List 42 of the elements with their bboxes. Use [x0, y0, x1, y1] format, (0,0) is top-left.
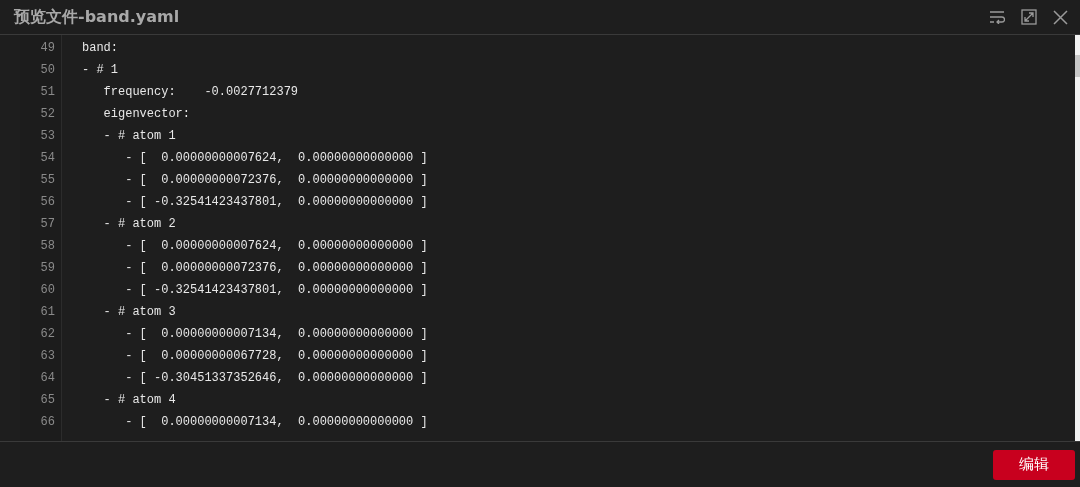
line-number: 64	[39, 370, 56, 387]
line-number: 49	[39, 40, 56, 57]
code-line: - # atom 3	[102, 304, 177, 321]
code-line: - [ 0.00000000067728, 0.00000000000000 ]	[124, 348, 429, 365]
line-number: 66	[39, 414, 56, 431]
code-line: - [ 0.00000000072376, 0.00000000000000 ]	[124, 172, 429, 189]
line-number: 61	[39, 304, 56, 321]
line-number: 65	[39, 392, 56, 409]
close-icon[interactable]	[1053, 9, 1068, 25]
wrap-icon[interactable]	[989, 10, 1005, 24]
code-line: - # atom 2	[102, 216, 177, 233]
line-number: 52	[39, 106, 56, 123]
line-number: 62	[39, 326, 56, 343]
line-number: 57	[39, 216, 56, 233]
code-line: band:	[81, 40, 119, 57]
window-title: 预览文件-band.yaml	[14, 6, 180, 28]
line-number: 59	[39, 260, 56, 277]
code-line: - [ 0.00000000072376, 0.00000000000000 ]	[124, 260, 429, 277]
code-line: - # 1	[81, 62, 119, 79]
line-number: 58	[39, 238, 56, 255]
code-line: - [ 0.00000000007624, 0.00000000000000 ]	[124, 150, 429, 167]
code-line: eigenvector:	[102, 106, 192, 123]
edit-button[interactable]: 编辑	[993, 449, 1075, 480]
code-line: - [ 0.00000000007134, 0.00000000000000 ]	[124, 326, 429, 343]
line-number: 51	[39, 84, 56, 101]
code-line: - [ -0.32541423437801, 0.00000000000000 ]	[124, 282, 429, 299]
line-number: 60	[39, 282, 56, 299]
line-number: 63	[39, 348, 56, 365]
code-line: - # atom 4	[102, 392, 177, 409]
line-number: 55	[39, 172, 56, 189]
code-line: - [ -0.30451337352646, 0.00000000000000 ]	[124, 370, 429, 387]
line-number: 53	[39, 128, 56, 145]
line-number: 54	[39, 150, 56, 167]
line-number: 50	[39, 62, 56, 79]
line-number: 56	[39, 194, 56, 211]
code-line: - [ -0.32541423437801, 0.00000000000000 ]	[124, 194, 429, 211]
code-line: - [ 0.00000000007134, 0.00000000000000 ]	[124, 414, 429, 431]
code-line: - [ 0.00000000007624, 0.00000000000000 ]	[124, 238, 429, 255]
maximize-icon[interactable]	[1021, 9, 1037, 25]
scrollbar[interactable]	[1075, 35, 1080, 441]
code-line: - # atom 1	[102, 128, 177, 145]
code-line: frequency: -0.0027712379	[102, 84, 300, 101]
